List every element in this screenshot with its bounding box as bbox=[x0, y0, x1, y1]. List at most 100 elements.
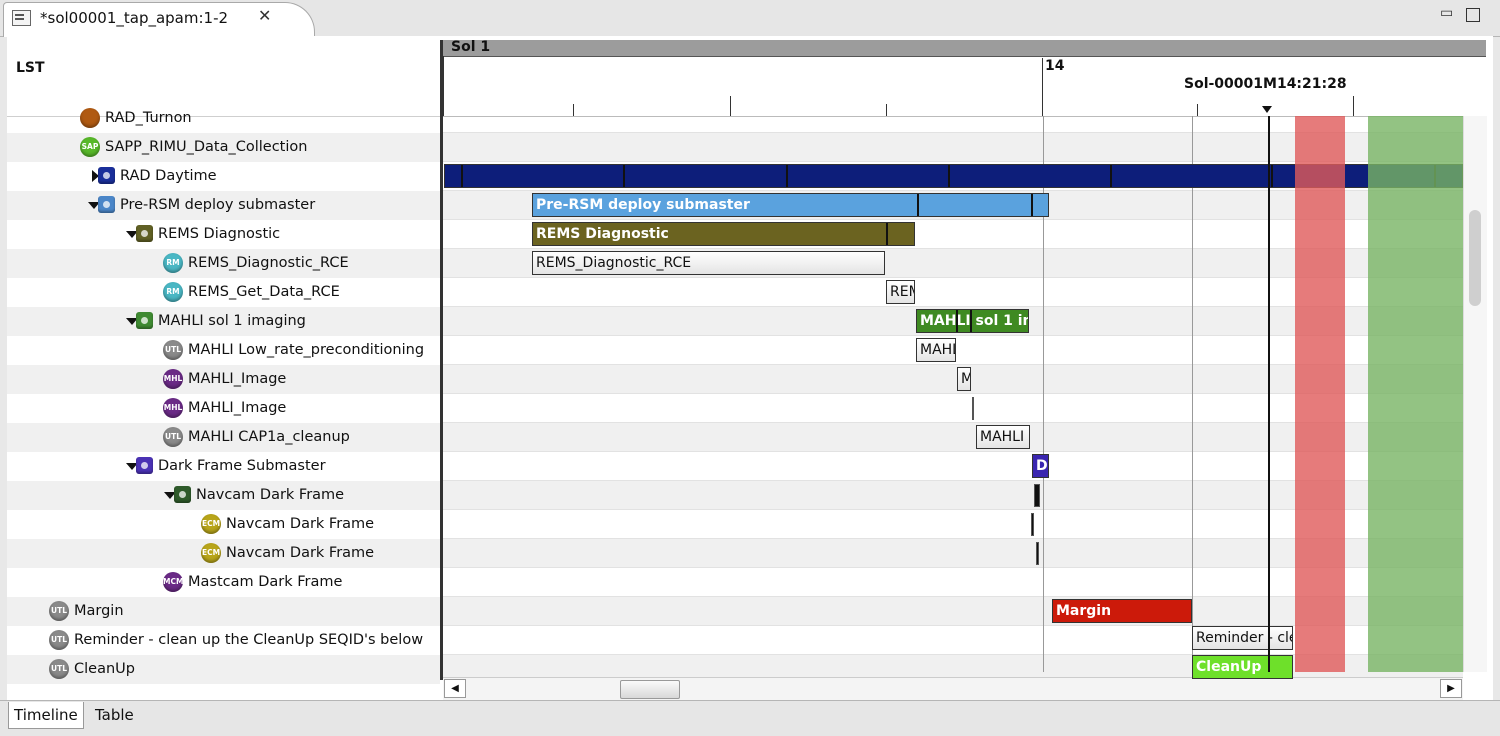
close-tab-icon[interactable]: ✕ bbox=[258, 6, 271, 25]
tree-row-label: Mastcam Dark Frame bbox=[188, 574, 343, 590]
maximize-icon[interactable] bbox=[1466, 8, 1480, 22]
tree-row[interactable]: RAD_Turnon bbox=[7, 104, 440, 133]
activity-bar[interactable]: CleanUp bbox=[1192, 655, 1293, 679]
tree-row[interactable]: MHL MAHLI_Image bbox=[7, 394, 440, 423]
activity-bar-label: Reminder - clean up the CleanUp SEQID's … bbox=[1196, 630, 1292, 646]
tree-row[interactable]: MAHLI sol 1 imaging bbox=[7, 307, 440, 336]
tree-row-label: REMS_Get_Data_RCE bbox=[188, 284, 340, 300]
tree-row[interactable]: Navcam Dark Frame bbox=[7, 481, 440, 510]
submaster-icon bbox=[174, 486, 191, 503]
tree-row[interactable]: Dark Frame Submaster bbox=[7, 452, 440, 481]
hour-tick-label: 14 bbox=[1045, 58, 1065, 74]
activity-bar[interactable]: MAHLI Low_rate_preconditioning bbox=[916, 338, 956, 362]
tree-row-label: Navcam Dark Frame bbox=[226, 545, 375, 561]
bar-segment bbox=[623, 165, 625, 187]
submaster-icon bbox=[98, 167, 115, 184]
minimize-icon[interactable]: ▭ bbox=[1440, 5, 1453, 21]
bar-segment bbox=[1271, 165, 1273, 187]
activity-marker[interactable] bbox=[1036, 542, 1039, 565]
activity-type-icon: UTL bbox=[49, 659, 69, 679]
tree-row[interactable]: RM REMS_Diagnostic_RCE bbox=[7, 249, 440, 278]
tree-row-label: REMS_Diagnostic_RCE bbox=[188, 255, 349, 271]
tree-row-label: Margin bbox=[74, 603, 124, 619]
bottom-tab-bar bbox=[0, 700, 1500, 736]
activity-bar-label: REMS_Get_Data_RCE bbox=[890, 284, 914, 300]
activity-type-icon: MHL bbox=[163, 369, 183, 389]
scroll-right-button[interactable]: ▶ bbox=[1440, 679, 1462, 698]
activity-bar[interactable]: Reminder - clean up the CleanUp SEQID's … bbox=[1192, 626, 1293, 650]
activity-type-icon: RM bbox=[163, 282, 183, 302]
tree-row-label: Pre-RSM deploy submaster bbox=[120, 197, 316, 213]
tree-row[interactable]: UTL MAHLI Low_rate_preconditioning bbox=[7, 336, 440, 365]
activity-bar-label: REMS Diagnostic bbox=[536, 226, 669, 242]
time-cursor-line[interactable] bbox=[1268, 116, 1270, 672]
activity-bar[interactable]: MAHLI_Image bbox=[957, 367, 971, 391]
activity-bar[interactable]: MAHLI CAP1a_cleanup bbox=[976, 425, 1030, 449]
tree-row[interactable]: Pre-RSM deploy submaster bbox=[7, 191, 440, 220]
timeline-file-icon bbox=[12, 10, 31, 26]
activity-bar[interactable]: REMS_Get_Data_RCE bbox=[886, 280, 915, 304]
vertical-scroll-thumb[interactable] bbox=[1469, 210, 1481, 306]
tab-table[interactable]: Table bbox=[90, 702, 139, 728]
tree-row-label: SAPP_RIMU_Data_Collection bbox=[105, 139, 308, 155]
activity-bar-label: REMS_Diagnostic_RCE bbox=[536, 255, 692, 271]
activity-marker[interactable] bbox=[1031, 513, 1034, 536]
sol-label: Sol 1 bbox=[451, 39, 491, 55]
tree-row[interactable]: REMS Diagnostic bbox=[7, 220, 440, 249]
tree-row-label: RAD Daytime bbox=[120, 168, 217, 184]
activity-bar-label: MAHLI CAP1a_cleanup bbox=[980, 429, 1029, 445]
activity-type-icon: ECM bbox=[201, 543, 221, 563]
bar-segment bbox=[948, 165, 950, 187]
activity-bar-label: MAHLI_Image bbox=[961, 371, 970, 387]
activity-bar[interactable]: REMS_Diagnostic_RCE bbox=[532, 251, 885, 275]
sol-bar bbox=[443, 40, 1486, 57]
tree-row-label: CleanUp bbox=[74, 661, 135, 677]
tree-row[interactable]: MCM Mastcam Dark Frame bbox=[7, 568, 440, 597]
scroll-left-button[interactable]: ◀ bbox=[444, 679, 466, 698]
bar-segment bbox=[956, 310, 958, 332]
horizontal-scroll-thumb[interactable] bbox=[620, 680, 680, 699]
tree-row[interactable]: ECM Navcam Dark Frame bbox=[7, 539, 440, 568]
tree-row[interactable]: UTL MAHLI CAP1a_cleanup bbox=[7, 423, 440, 452]
tree-row[interactable]: ECM Navcam Dark Frame bbox=[7, 510, 440, 539]
bar-segment bbox=[786, 165, 788, 187]
submaster-icon bbox=[98, 196, 115, 213]
submaster-icon bbox=[136, 312, 153, 329]
editor-tab-title: *sol00001_tap_apam:1-2 bbox=[40, 9, 229, 27]
tree-row-label: Navcam Dark Frame bbox=[226, 516, 375, 532]
activity-bar[interactable]: Pre-RSM deploy submaster bbox=[532, 193, 1049, 217]
activity-type-icon: MHL bbox=[163, 398, 183, 418]
tab-timeline[interactable]: Timeline bbox=[8, 702, 84, 729]
horizontal-scrollbar[interactable] bbox=[443, 677, 1463, 702]
activity-bar[interactable]: MAHLI sol 1 imaging bbox=[916, 309, 1029, 333]
tree-row[interactable]: RAD Daytime bbox=[7, 162, 440, 191]
activity-type-icon: UTL bbox=[49, 601, 69, 621]
bar-segment bbox=[1110, 165, 1112, 187]
activity-bar[interactable]: Dark Frame Submaster bbox=[1032, 454, 1049, 478]
tree-row-label: Dark Frame Submaster bbox=[158, 458, 326, 474]
activity-bar[interactable]: Margin bbox=[1052, 599, 1192, 623]
tree-row[interactable]: SAP SAPP_RIMU_Data_Collection bbox=[7, 133, 440, 162]
activity-type-icon: ECM bbox=[201, 514, 221, 534]
tree-row[interactable]: MHL MAHLI_Image bbox=[7, 365, 440, 394]
vertical-scrollbar[interactable] bbox=[1463, 116, 1487, 672]
tree-row[interactable]: UTL CleanUp bbox=[7, 655, 440, 684]
activity-bar[interactable]: REMS Diagnostic bbox=[532, 222, 915, 246]
tree-row-label: MAHLI_Image bbox=[188, 400, 287, 416]
activity-marker[interactable] bbox=[1034, 484, 1040, 507]
tree-row[interactable]: UTL Reminder - clean up the CleanUp SEQID… bbox=[7, 626, 440, 655]
bar-segment bbox=[461, 165, 463, 187]
activity-bar-label: MAHLI Low_rate_preconditioning bbox=[920, 342, 955, 358]
tree-row[interactable]: UTL Margin bbox=[7, 597, 440, 626]
activity-type-icon: MCM bbox=[163, 572, 183, 592]
activity-marker[interactable] bbox=[972, 397, 974, 420]
submaster-icon bbox=[136, 457, 153, 474]
tree-row[interactable]: RM REMS_Get_Data_RCE bbox=[7, 278, 440, 307]
activity-type-icon: RM bbox=[163, 253, 183, 273]
pane-splitter[interactable] bbox=[440, 40, 443, 680]
tree-row-label: MAHLI CAP1a_cleanup bbox=[188, 429, 350, 445]
activity-bar-label: Pre-RSM deploy submaster bbox=[536, 197, 750, 213]
tree-row-label: Reminder - clean up the CleanUp SEQID's … bbox=[74, 632, 424, 648]
cursor-time-label: Sol-00001M14:21:28 bbox=[1184, 76, 1347, 92]
activity-bar-label: Margin bbox=[1056, 603, 1112, 619]
